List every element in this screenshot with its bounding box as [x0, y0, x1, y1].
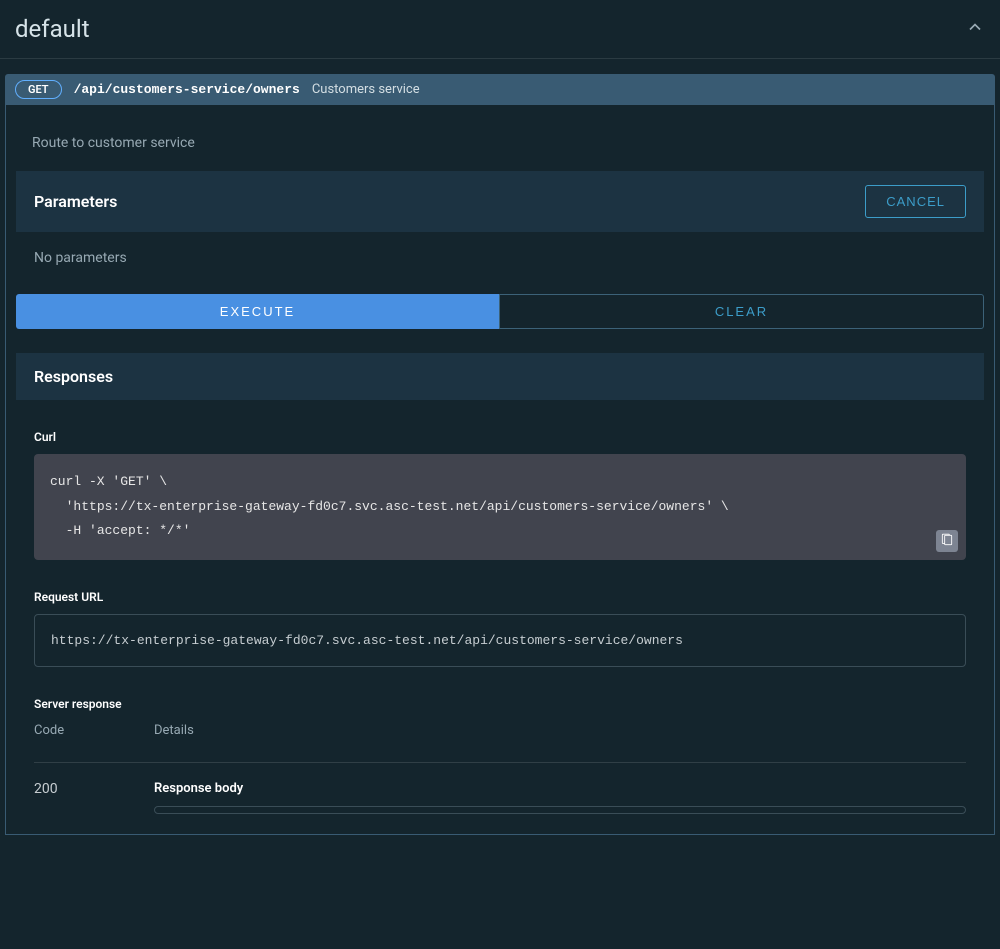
- copy-button[interactable]: [936, 530, 958, 552]
- http-method-badge: GET: [15, 80, 62, 99]
- details-header: Details: [154, 723, 966, 738]
- endpoint-description: Route to customer service: [6, 105, 994, 171]
- curl-label: Curl: [34, 430, 966, 444]
- response-body-label: Response body: [154, 781, 966, 796]
- endpoint-path: /api/customers-service/owners: [74, 82, 300, 97]
- opblock-body: Route to customer service Parameters CAN…: [5, 105, 995, 835]
- endpoint-summary: Customers service: [312, 82, 420, 97]
- request-url-block: https://tx-enterprise-gateway-fd0c7.svc.…: [34, 614, 966, 667]
- tag-header[interactable]: default: [0, 0, 1000, 59]
- code-header: Code: [34, 723, 154, 738]
- server-response-label: Server response: [34, 697, 966, 711]
- request-url-content: https://tx-enterprise-gateway-fd0c7.svc.…: [51, 633, 949, 648]
- opblock: GET /api/customers-service/owners Custom…: [5, 74, 995, 835]
- chevron-up-icon: [965, 17, 985, 41]
- request-url-label: Request URL: [34, 590, 966, 604]
- response-table-headers: Code Details: [34, 723, 966, 746]
- response-details: Response body: [154, 781, 966, 814]
- parameters-title: Parameters: [34, 192, 117, 211]
- action-buttons: EXECUTE CLEAR: [16, 294, 984, 329]
- parameters-bar: Parameters CANCEL: [16, 171, 984, 232]
- clipboard-icon: [940, 533, 954, 550]
- execute-button[interactable]: EXECUTE: [16, 294, 499, 329]
- no-parameters-text: No parameters: [6, 232, 994, 284]
- curl-content: curl -X 'GET' \ 'https://tx-enterprise-g…: [50, 470, 950, 544]
- cancel-button[interactable]: CANCEL: [865, 185, 966, 218]
- divider: [34, 762, 966, 763]
- response-row: 200 Response body: [34, 781, 966, 814]
- clear-button[interactable]: CLEAR: [499, 294, 984, 329]
- curl-block: curl -X 'GET' \ 'https://tx-enterprise-g…: [34, 454, 966, 560]
- responses-title: Responses: [34, 367, 113, 386]
- opblock-summary[interactable]: GET /api/customers-service/owners Custom…: [5, 74, 995, 105]
- response-body-block: [154, 806, 966, 814]
- tag-title: default: [15, 15, 90, 43]
- responses-bar: Responses: [16, 353, 984, 400]
- status-code: 200: [34, 781, 154, 814]
